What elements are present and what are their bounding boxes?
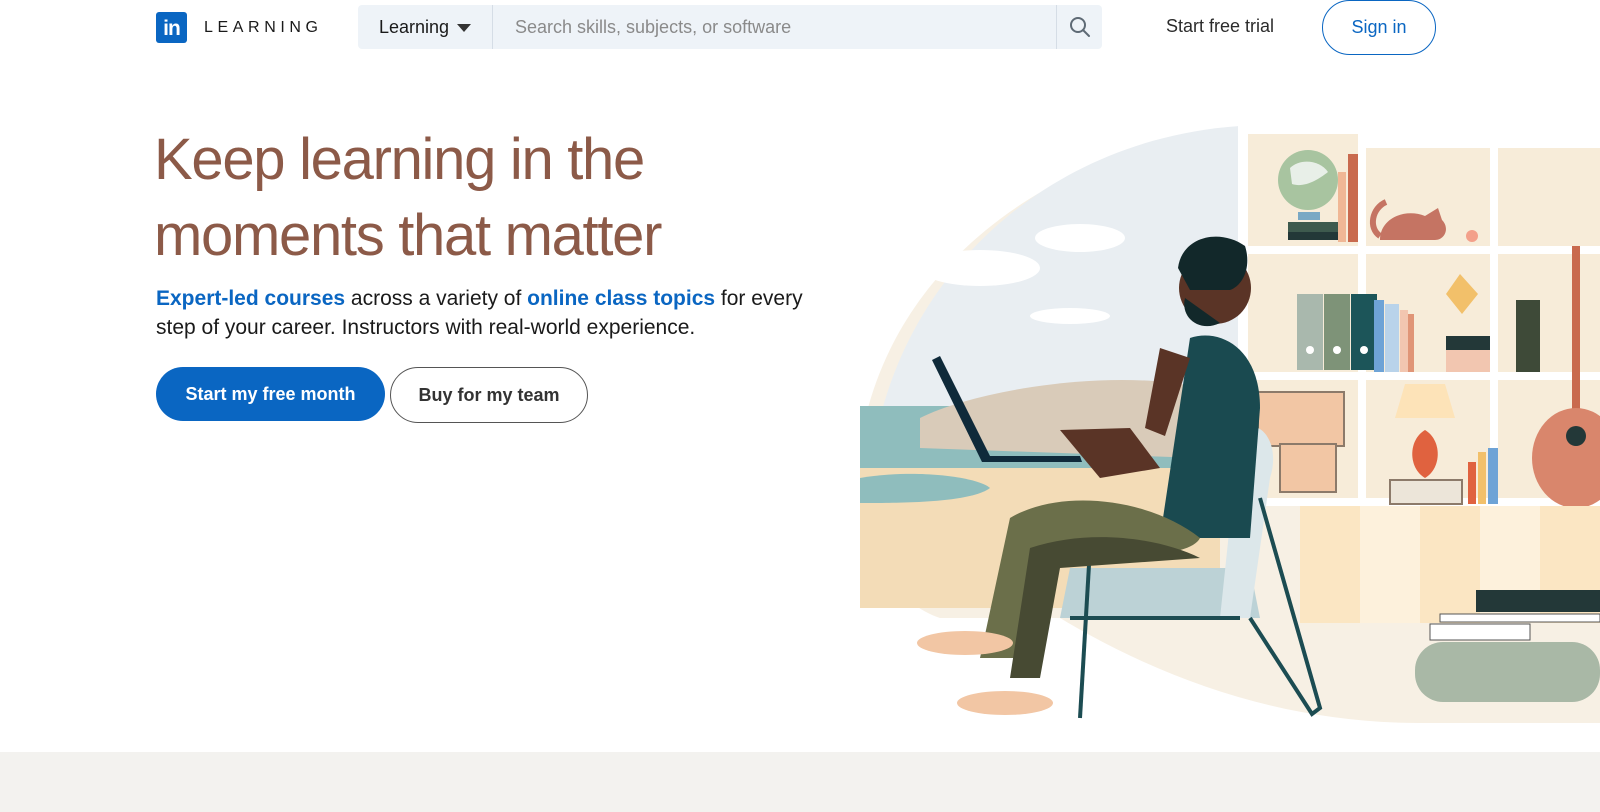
- online-class-topics-link[interactable]: online class topics: [527, 287, 715, 310]
- sign-in-button[interactable]: Sign in: [1322, 0, 1436, 55]
- start-free-trial-link[interactable]: Start free trial: [1166, 16, 1274, 37]
- linkedin-learning-logo[interactable]: in LEARNING: [156, 12, 323, 43]
- logo-product-name: LEARNING: [204, 18, 323, 36]
- hero-title-line-1: Keep learning in the: [154, 127, 645, 192]
- start-free-month-button[interactable]: Start my free month: [156, 367, 385, 421]
- search-input[interactable]: [493, 5, 1056, 49]
- search-category-dropdown[interactable]: Learning: [358, 5, 493, 49]
- search-icon: [1069, 17, 1090, 37]
- hero-title-line-2: moments that matter: [154, 203, 662, 268]
- buy-for-team-button[interactable]: Buy for my team: [390, 367, 588, 423]
- search-button[interactable]: [1056, 5, 1102, 49]
- person-learning-illustration: [860, 126, 1600, 723]
- search-bar: Learning: [358, 5, 1102, 49]
- site-header: in LEARNING Learning Start free trial Si…: [0, 0, 1600, 56]
- search-category-label: Learning: [378, 16, 450, 37]
- linkedin-logo-icon: in: [156, 12, 187, 43]
- hero-title: Keep learning in the moments that matter: [154, 122, 794, 274]
- hero-subtitle: Expert-led courses across a variety of o…: [156, 284, 816, 342]
- hero-subtitle-text-1: across a variety of: [345, 287, 528, 310]
- footer-band: [0, 752, 1600, 812]
- expert-led-courses-link[interactable]: Expert-led courses: [156, 287, 345, 310]
- caret-down-icon: [457, 23, 472, 32]
